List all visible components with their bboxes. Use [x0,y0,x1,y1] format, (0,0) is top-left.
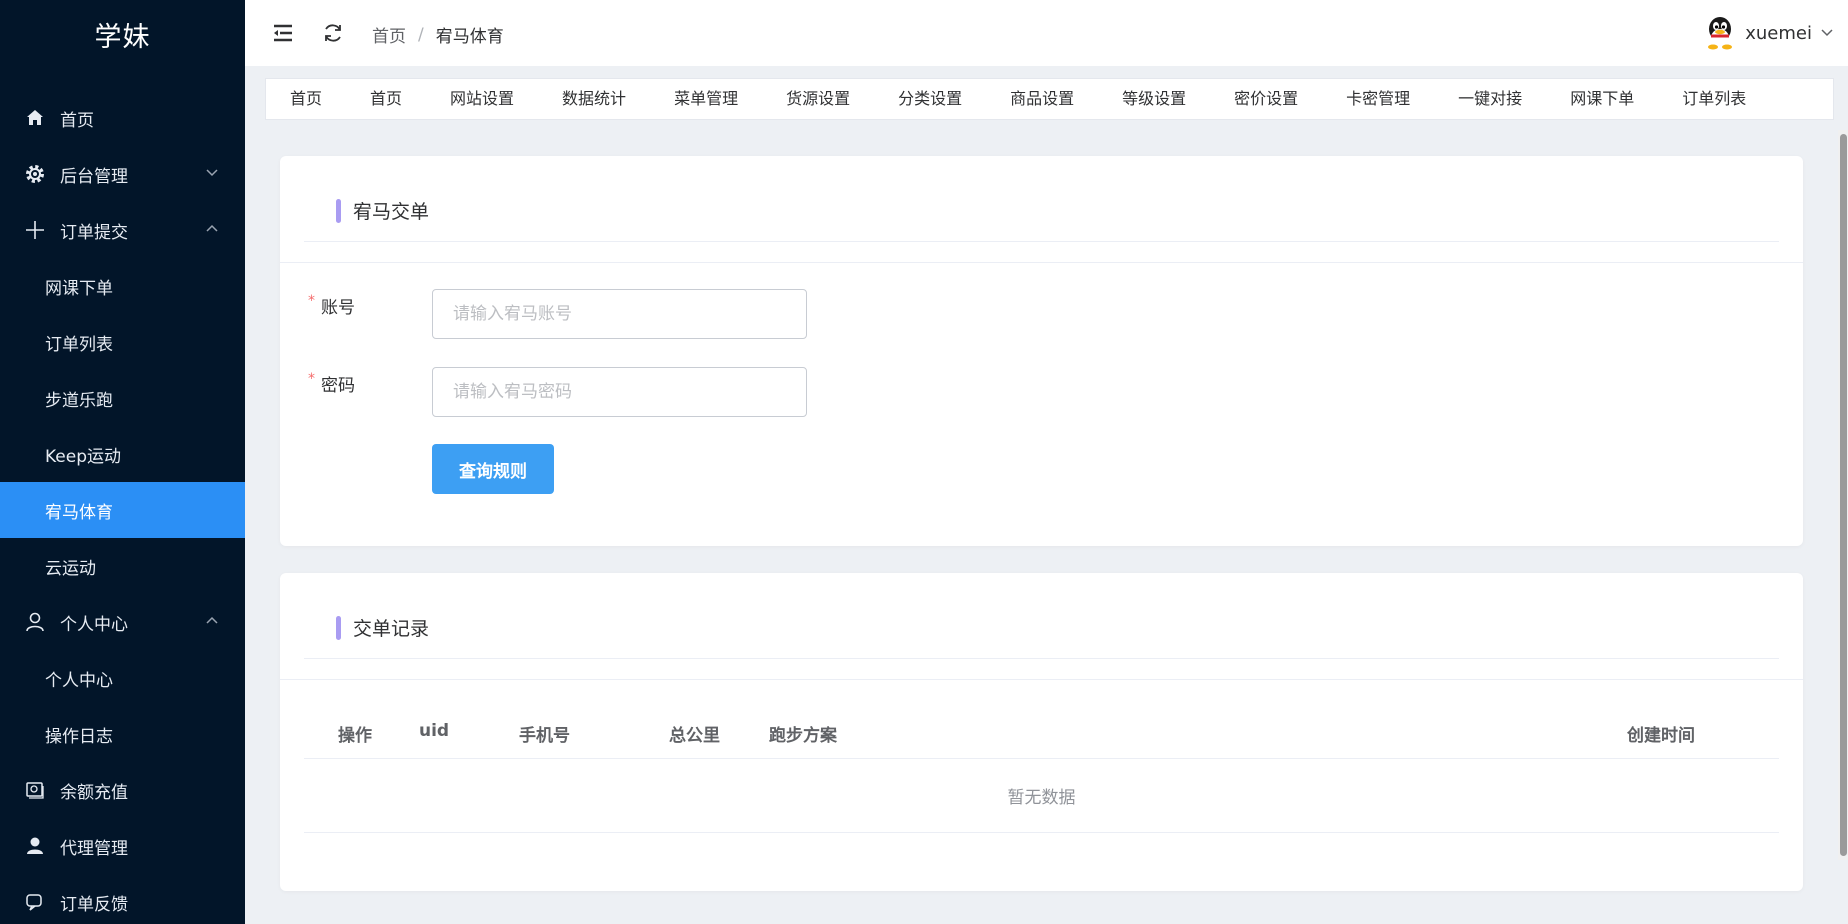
refresh-icon[interactable] [322,22,344,44]
order-submit-card: 宥马交单 *账号 *密码 查询规则 [280,156,1803,546]
menu-fold-icon[interactable] [272,22,294,44]
sidebar-menu: 首页 后台管理 订单提交 网课下单 订单列表 步道乐跑 Keep运动 宥马体育 … [0,90,245,924]
top-header: 首页 / 宥马体育 xuemei [245,0,1848,66]
sidebar: 学妹 首页 后台管理 订单提交 网课下单 订单列表 步道乐跑 Keep运动 宥马… [0,0,245,924]
breadcrumb-separator: / [418,24,424,45]
sidebar-item-label: 订单反馈 [60,894,128,915]
title-accent-bar [336,198,341,223]
tab-site-settings[interactable]: 网站设置 [426,79,538,119]
order-records-card: 交单记录 操作 uid 手机号 总公里 跑步方案 创建时间 暂无数据 [280,573,1803,891]
sidebar-item-label: 代理管理 [60,838,128,859]
sidebar-item-label: 后台管理 [60,166,128,187]
empty-placeholder: 暂无数据 [304,759,1779,833]
wallet-icon [24,779,46,801]
card-title: 交单记录 [353,618,430,640]
tab-online-course-order[interactable]: 网课下单 [1546,79,1658,119]
avatar [1708,17,1733,50]
tab-one-click-connect[interactable]: 一键对接 [1434,79,1546,119]
sidebar-item-admin[interactable]: 后台管理 [0,146,245,202]
card-header: 宥马交单 [280,156,1803,263]
sidebar-item-recharge[interactable]: 余额充值 [0,762,245,818]
username[interactable]: xuemei [1745,23,1812,44]
column-header-run-plan[interactable]: 跑步方案 [769,721,837,746]
table-header: 操作 uid 手机号 总公里 跑步方案 创建时间 [304,703,1779,759]
column-header-action[interactable]: 操作 [338,721,372,746]
sidebar-item-agent-management[interactable]: 代理管理 [0,818,245,874]
person-icon [24,835,46,857]
account-form-row: * 账号 [280,289,1803,339]
card-title: 宥马交单 [353,201,430,223]
tab-statistics[interactable]: 数据统计 [538,79,650,119]
page-scrollbar[interactable] [1838,130,1848,860]
column-header-total-km[interactable]: 总公里 [669,721,720,746]
user-menu[interactable]: xuemei [1705,16,1834,50]
password-input[interactable] [432,367,807,417]
sidebar-item-order-feedback[interactable]: 订单反馈 [0,874,245,924]
required-mark: * [308,371,315,387]
sidebar-item-personal-center[interactable]: 个人中心 [0,594,245,650]
column-header-phone[interactable]: 手机号 [519,721,570,746]
tab-home[interactable]: 首页 [266,79,346,119]
tab-menu-management[interactable]: 菜单管理 [650,79,762,119]
sidebar-subitem-operation-log[interactable]: 操作日志 [0,706,245,762]
sidebar-subitem-budao-run[interactable]: 步道乐跑 [0,370,245,426]
sidebar-subitem-personal-center[interactable]: 个人中心 [0,650,245,706]
sidebar-item-label: 订单提交 [60,222,128,243]
breadcrumb-current: 宥马体育 [435,27,504,47]
sidebar-item-label: 个人中心 [60,614,128,635]
column-header-uid[interactable]: uid [419,721,449,741]
tab-product-settings[interactable]: 商品设置 [986,79,1098,119]
chevron-down-icon [206,169,218,177]
sidebar-item-label: 首页 [60,110,94,131]
tab-level-settings[interactable]: 等级设置 [1098,79,1210,119]
tab-secret-price-settings[interactable]: 密价设置 [1210,79,1322,119]
sidebar-item-order-submit[interactable]: 订单提交 [0,202,245,258]
title-accent-bar [336,615,341,640]
tabs-bar: 首页 首页 网站设置 数据统计 菜单管理 货源设置 分类设置 商品设置 等级设置… [265,78,1834,120]
account-label: * 账号 [308,293,355,318]
home-icon [24,107,46,129]
column-header-created-at[interactable]: 创建时间 [1627,721,1695,746]
sidebar-subitem-youma-sports[interactable]: 宥马体育 [0,482,245,538]
breadcrumb: 首页 / 宥马体育 [372,22,504,48]
tab-card-key-management[interactable]: 卡密管理 [1322,79,1434,119]
user-icon [24,611,46,633]
sidebar-item-home[interactable]: 首页 [0,90,245,146]
records-table: 操作 uid 手机号 总公里 跑步方案 创建时间 暂无数据 [304,703,1779,833]
sidebar-subitem-order-list[interactable]: 订单列表 [0,314,245,370]
scrollbar-thumb[interactable] [1840,134,1847,856]
required-mark: * [308,293,315,309]
tab-category-settings[interactable]: 分类设置 [874,79,986,119]
brand-logo: 学妹 [94,21,151,53]
tab-order-list[interactable]: 订单列表 [1658,79,1770,119]
password-form-row: * 密码 [280,367,1803,417]
chevron-up-icon [206,616,218,624]
feedback-icon [24,891,46,913]
tab-home-2[interactable]: 首页 [346,79,426,119]
chevron-down-icon[interactable] [1820,26,1834,40]
plus-icon [24,219,46,241]
query-rules-button[interactable]: 查询规则 [432,444,554,494]
gear-icon [24,163,46,185]
chevron-up-icon [206,224,218,232]
breadcrumb-home[interactable]: 首页 [372,22,406,47]
sidebar-subitem-online-course[interactable]: 网课下单 [0,258,245,314]
card-header: 交单记录 [280,573,1803,680]
tab-source-settings[interactable]: 货源设置 [762,79,874,119]
sidebar-item-label: 余额充值 [60,782,128,803]
password-label: * 密码 [308,371,355,396]
sidebar-subitem-cloud-sports[interactable]: 云运动 [0,538,245,594]
account-input[interactable] [432,289,807,339]
sidebar-subitem-keep[interactable]: Keep运动 [0,426,245,482]
